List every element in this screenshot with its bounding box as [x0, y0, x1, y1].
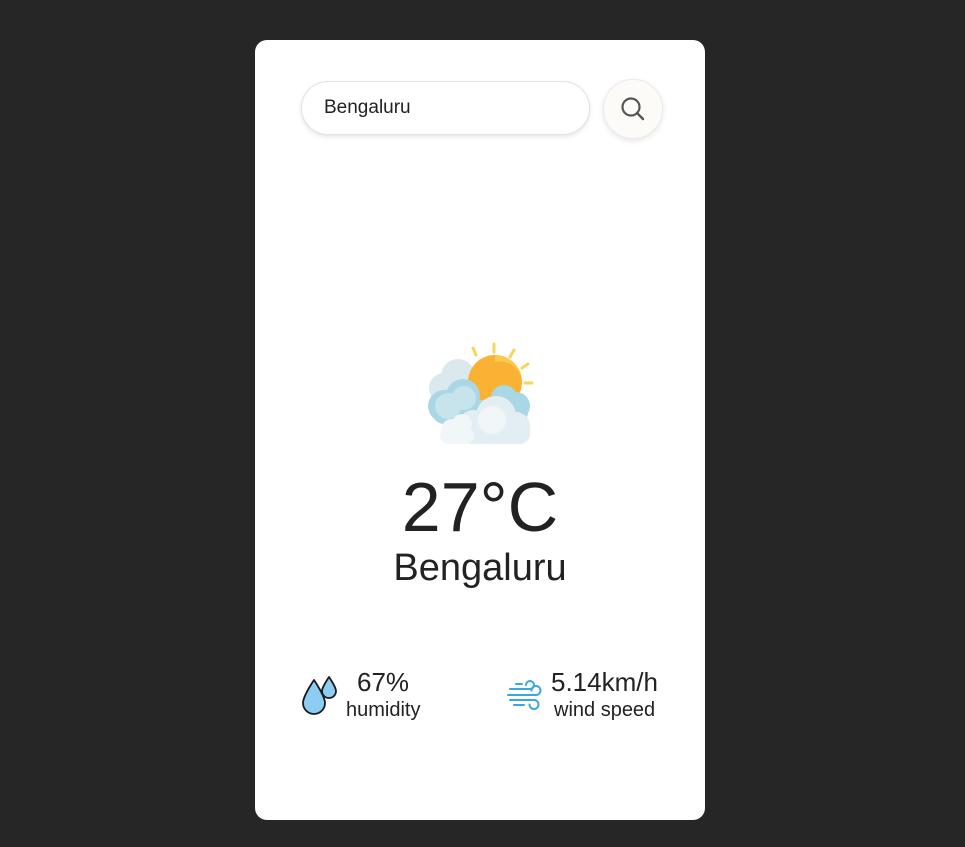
search-input[interactable]	[301, 81, 590, 135]
wind-speed-label: wind speed	[554, 699, 656, 721]
search-button[interactable]	[603, 79, 663, 139]
partly-cloudy-icon	[428, 342, 534, 444]
humidity-icon	[302, 676, 337, 715]
search-icon	[621, 97, 645, 121]
city-name: Bengaluru	[393, 547, 567, 589]
humidity-value: 67%	[357, 667, 410, 697]
weather-card: 27°C Bengaluru 67% humidity 5.14km/h win…	[255, 40, 705, 820]
temperature: 27°C	[401, 468, 559, 546]
wind-speed-value: 5.14km/h	[551, 667, 658, 697]
humidity-label: humidity	[346, 699, 421, 721]
wind-icon	[507, 680, 542, 710]
